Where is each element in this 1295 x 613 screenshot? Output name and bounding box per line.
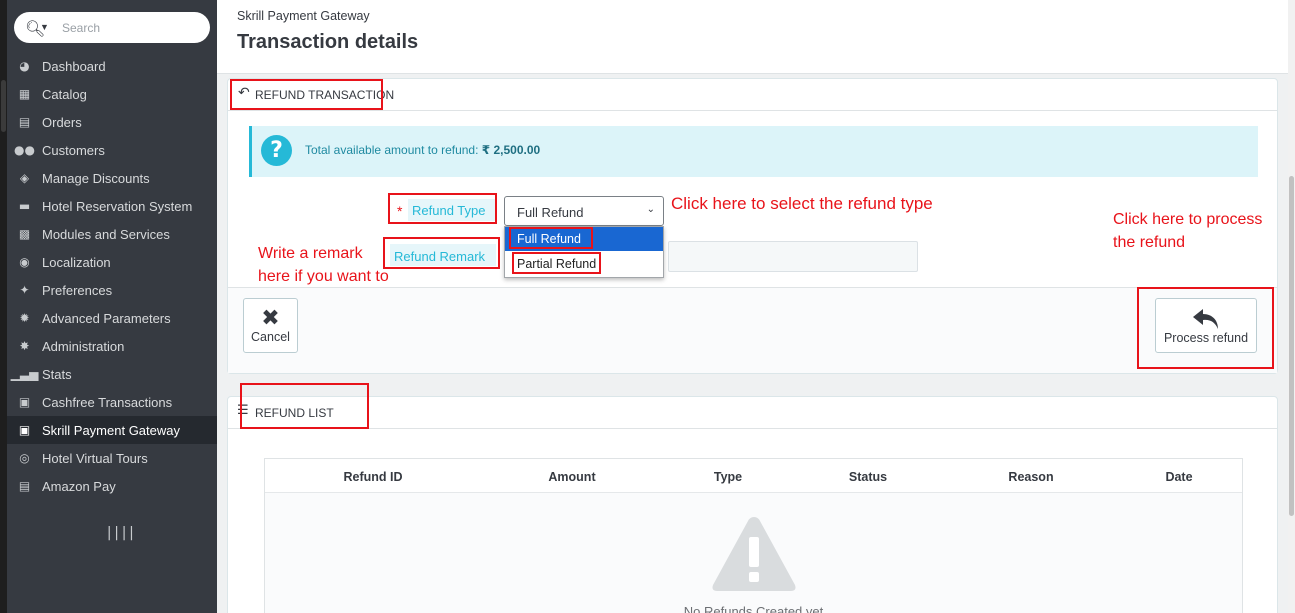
info-alert: ? Total available amount to refund: ₹ 2,… bbox=[249, 126, 1258, 177]
globe-icon: ◉ bbox=[19, 255, 30, 269]
sidebar-item-stats[interactable]: ▁▃▅ Stats bbox=[7, 360, 217, 388]
sidebar-item-label: Amazon Pay bbox=[42, 478, 116, 494]
refund-table: Refund ID Amount Type Status Reason Date… bbox=[264, 458, 1243, 613]
scrollbar-thumb[interactable] bbox=[1289, 176, 1294, 516]
sidebar-item-administration[interactable]: ✸ Administration bbox=[7, 332, 217, 360]
sidebar-item-label: Manage Discounts bbox=[42, 170, 150, 186]
cancel-label: Cancel bbox=[251, 330, 290, 344]
refund-remark-input[interactable] bbox=[668, 241, 918, 272]
sidebar-item-catalog[interactable]: ▦ Catalog bbox=[7, 80, 217, 108]
edge-handle bbox=[1, 80, 6, 132]
sidebar-item-label: Orders bbox=[42, 114, 82, 130]
sidebar-item-cashfree[interactable]: ▣ Cashfree Transactions bbox=[7, 388, 217, 416]
breadcrumb[interactable]: Skrill Payment Gateway bbox=[237, 9, 370, 23]
refund-type-value: Full Refund bbox=[517, 205, 584, 220]
sidebar-item-virtual-tours[interactable]: ◎ Hotel Virtual Tours bbox=[7, 444, 217, 472]
question-icon: ? bbox=[261, 135, 292, 166]
empty-state-text: No Refunds Created yet bbox=[683, 604, 824, 613]
refund-amount: ₹ 2,500.00 bbox=[481, 143, 541, 157]
sidebar-item-amazon-pay[interactable]: ▤ Amazon Pay bbox=[7, 472, 217, 500]
info-message: Total available amount to refund: ₹ 2,50… bbox=[305, 143, 540, 157]
puzzle-icon: ▩ bbox=[18, 227, 31, 241]
column-header[interactable]: Date bbox=[1165, 470, 1192, 484]
sidebar-item-label: Hotel Reservation System bbox=[42, 198, 193, 214]
annotation-remark-hint-line1: Write a remark bbox=[258, 245, 363, 262]
column-header[interactable]: Reason bbox=[1008, 470, 1053, 484]
scrollbar[interactable] bbox=[1288, 0, 1295, 613]
dashboard-icon: ◕ bbox=[19, 59, 30, 73]
sidebar-item-label: Advanced Parameters bbox=[42, 310, 171, 326]
sidebar-item-manage-discounts[interactable]: ◈ Manage Discounts bbox=[7, 164, 217, 192]
money-icon: ▣ bbox=[18, 395, 31, 409]
sidebar-item-label: Customers bbox=[42, 142, 105, 158]
sidebar-item-label: Hotel Virtual Tours bbox=[42, 450, 148, 466]
column-header[interactable]: Amount bbox=[548, 470, 595, 484]
compass-icon: ◎ bbox=[19, 451, 30, 465]
annotation-select-hint: Click here to select the refund type bbox=[671, 194, 933, 213]
sidebar-item-label: Administration bbox=[42, 338, 125, 354]
sidebar-item-customers[interactable]: ●● Customers bbox=[7, 136, 217, 164]
sidebar-item-label: Modules and Services bbox=[42, 226, 170, 242]
money-icon: ▣ bbox=[18, 423, 31, 437]
column-header[interactable]: Refund ID bbox=[343, 470, 402, 484]
bed-icon: ▬ bbox=[18, 199, 31, 213]
annotation-box bbox=[1137, 287, 1274, 369]
window-edge bbox=[0, 0, 7, 613]
wrench-icon: ✦ bbox=[19, 283, 30, 297]
sidebar-item-modules[interactable]: ▩ Modules and Services bbox=[7, 220, 217, 248]
panel-heading: ☰ REFUND LIST bbox=[228, 397, 1277, 429]
cogs-icon: ✹ bbox=[19, 311, 30, 325]
annotation-remark-hint-line2: here if you want to bbox=[258, 268, 389, 285]
search-input[interactable] bbox=[62, 18, 202, 38]
chevron-down-icon[interactable]: ▼ bbox=[40, 22, 49, 32]
sidebar-item-preferences[interactable]: ✦ Preferences bbox=[7, 276, 217, 304]
search-box[interactable]: 🔍︎ ▼ bbox=[14, 12, 210, 43]
bar-chart-icon: ▁▃▅ bbox=[10, 367, 39, 381]
users-icon: ●● bbox=[14, 143, 35, 157]
page-title: Transaction details bbox=[237, 31, 419, 53]
credit-card-icon: ▤ bbox=[18, 115, 31, 129]
annotation-box bbox=[383, 237, 500, 269]
column-header[interactable]: Type bbox=[714, 470, 742, 484]
sidebar-item-label: Stats bbox=[42, 366, 72, 382]
annotation-box bbox=[512, 252, 601, 274]
sidebar-item-hotel-reservation[interactable]: ▬ Hotel Reservation System bbox=[7, 192, 217, 220]
sidebar-item-label: Localization bbox=[42, 254, 111, 270]
sidebar-item-advanced-parameters[interactable]: ✹ Advanced Parameters bbox=[7, 304, 217, 332]
sidebar-item-label: Preferences bbox=[42, 282, 113, 298]
cog-icon: ✸ bbox=[19, 339, 30, 353]
sidebar-item-label: Skrill Payment Gateway bbox=[42, 422, 180, 438]
sidebar-item-label: Cashfree Transactions bbox=[42, 394, 173, 410]
chevron-down-icon: ⌄ bbox=[646, 204, 655, 215]
annotation-process-hint-line2: the refund bbox=[1113, 234, 1186, 251]
column-header[interactable]: Status bbox=[849, 470, 887, 484]
book-icon: ▦ bbox=[18, 87, 31, 101]
page-header: Skrill Payment Gateway Transaction detai… bbox=[217, 0, 1288, 74]
sidebar: 🔍︎ ▼ ◕ Dashboard ▦ Catalog ▤ Orders ●● Custo… bbox=[7, 0, 217, 613]
credit-card-icon: ▤ bbox=[18, 479, 31, 493]
warning-icon bbox=[712, 517, 796, 591]
annotation-box bbox=[240, 383, 369, 429]
tags-icon: ◈ bbox=[19, 171, 30, 185]
info-text: Total available amount to refund: bbox=[305, 143, 482, 157]
sidebar-item-label: Dashboard bbox=[42, 58, 106, 74]
sidebar-item-localization[interactable]: ◉ Localization bbox=[7, 248, 217, 276]
panel-footer: ✖ Cancel Process refund bbox=[228, 287, 1277, 373]
sidebar-item-orders[interactable]: ▤ Orders bbox=[7, 108, 217, 136]
sidebar-item-label: Catalog bbox=[42, 86, 87, 102]
sidebar-item-dashboard[interactable]: ◕ Dashboard bbox=[7, 52, 217, 80]
annotation-process-hint-line1: Click here to process bbox=[1113, 211, 1263, 228]
panel-heading: ↶ REFUND TRANSACTION bbox=[228, 79, 1277, 111]
sidebar-item-skrill[interactable]: ▣ Skrill Payment Gateway bbox=[7, 416, 217, 444]
refund-list-panel: ☰ REFUND LIST Refund ID Amount Type Stat… bbox=[227, 396, 1278, 613]
refund-type-select[interactable]: Full Refund ⌄ bbox=[504, 196, 664, 226]
collapse-sidebar-icon[interactable]: |||| bbox=[105, 525, 136, 541]
annotation-box bbox=[230, 79, 383, 110]
annotation-box bbox=[388, 193, 497, 224]
close-icon: ✖ bbox=[261, 306, 280, 331]
cancel-button[interactable]: ✖ Cancel bbox=[243, 298, 298, 353]
table-header: Refund ID Amount Type Status Reason Date bbox=[265, 459, 1242, 493]
annotation-box bbox=[509, 227, 593, 249]
